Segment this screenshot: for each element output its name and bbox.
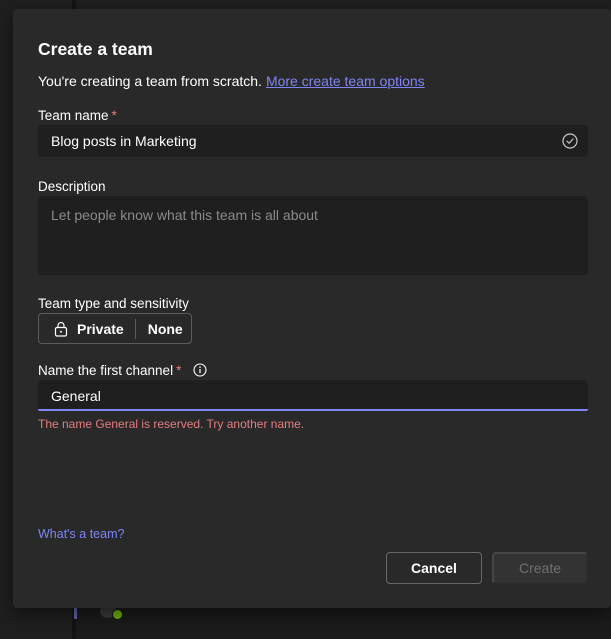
channel-name-label: Name the first channel * [38,363,181,378]
channel-name-input[interactable]: General [38,380,588,411]
presence-status-icon [112,609,123,620]
description-input[interactable]: Let people know what this team is all ab… [38,196,588,275]
info-icon[interactable] [193,363,207,377]
team-name-label: Team name * [38,108,117,123]
check-circle-icon [562,133,578,149]
whats-a-team-link[interactable]: What's a team? [38,527,124,541]
intro-text-label: You're creating a team from scratch. [38,73,262,89]
lock-icon [54,321,68,337]
channel-name-label-text: Name the first channel [38,363,174,378]
create-button[interactable]: Create [492,552,588,584]
description-placeholder: Let people know what this team is all ab… [51,207,318,223]
more-create-team-options-link[interactable]: More create team options [266,73,425,89]
divider [134,318,136,339]
channel-name-value[interactable]: General [51,388,101,404]
dialog-title: Create a team [38,39,153,59]
required-marker: * [111,108,117,123]
sensitivity-value: None [147,320,183,337]
create-team-dialog: Create a team You're creating a team fro… [13,9,611,608]
required-marker: * [176,363,182,378]
team-name-label-text: Team name [38,108,109,123]
channel-error-message: The name General is reserved. Try anothe… [38,417,305,431]
team-type-label: Team type and sensitivity [38,296,189,311]
team-type-sensitivity-button[interactable]: Private None [38,313,192,344]
team-name-input[interactable]: Blog posts in Marketing [38,125,588,157]
privacy-value: Private [77,320,124,337]
description-label: Description [38,179,106,194]
cancel-button[interactable]: Cancel [386,552,482,584]
intro-text: You're creating a team from scratch. More… [38,73,425,89]
team-name-value[interactable]: Blog posts in Marketing [51,133,197,149]
